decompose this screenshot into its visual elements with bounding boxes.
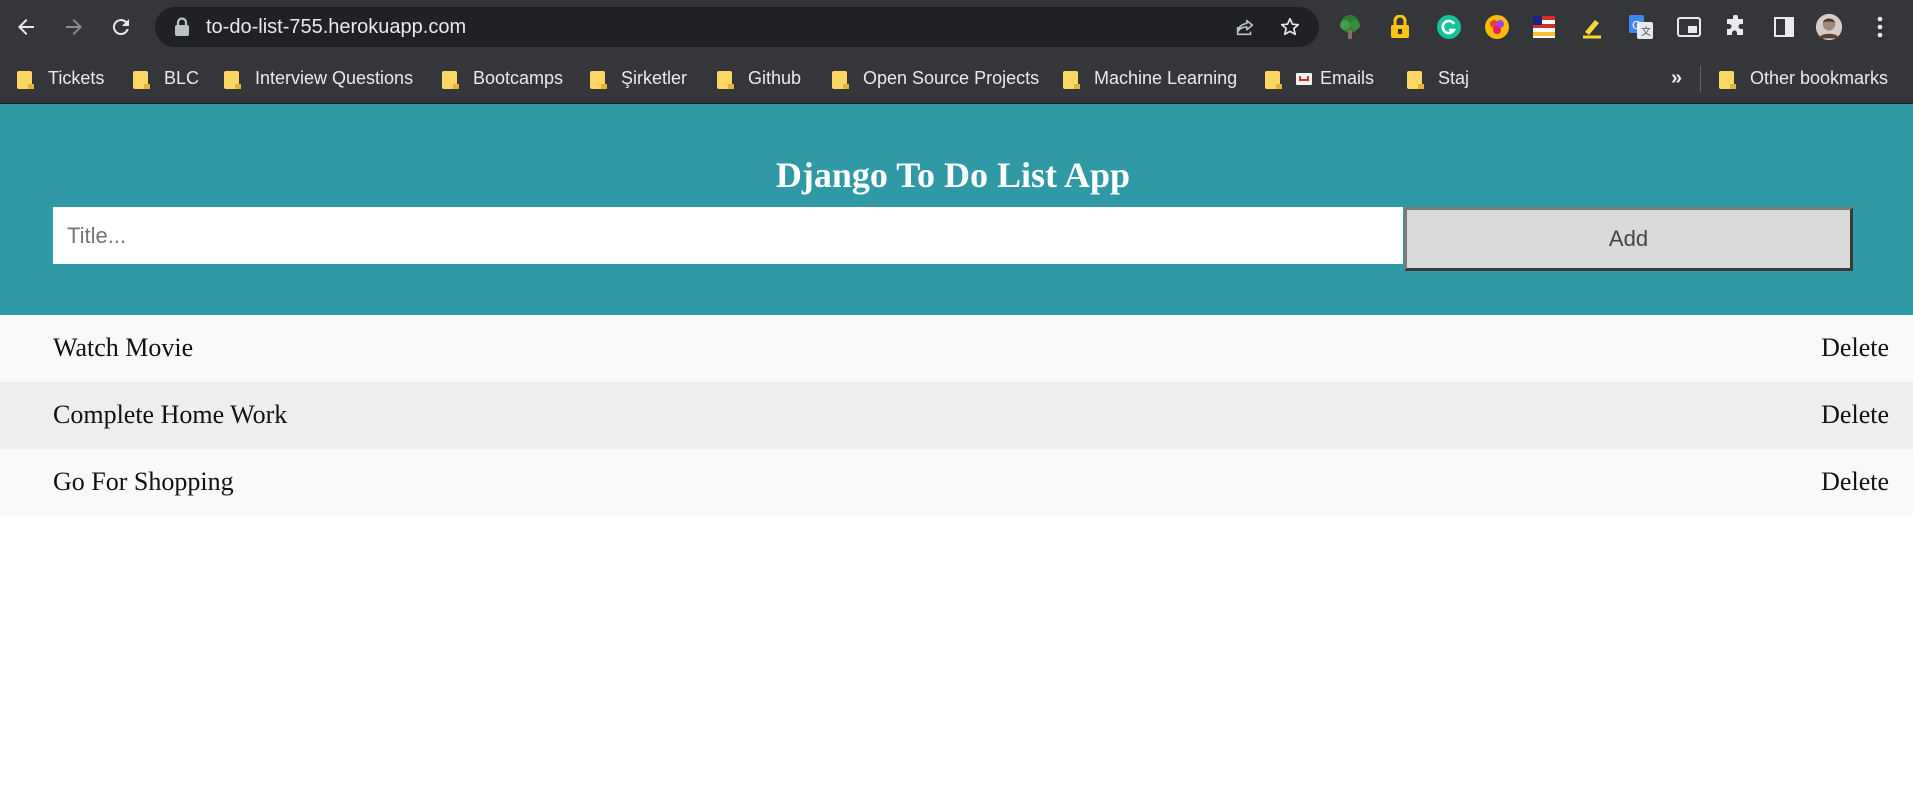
forward-button[interactable] bbox=[57, 10, 91, 44]
address-bar[interactable]: to-do-list-755.herokuapp.com bbox=[155, 7, 1319, 47]
delete-button[interactable]: Delete bbox=[1821, 400, 1889, 430]
lock-icon bbox=[175, 17, 189, 36]
bookmarks-divider bbox=[1700, 66, 1701, 92]
reload-icon bbox=[112, 19, 129, 36]
side-panel-icon[interactable] bbox=[1770, 13, 1798, 41]
folder-icon bbox=[717, 69, 735, 89]
bookmark-folder[interactable]: Şirketler bbox=[590, 54, 687, 103]
bookmark-star-icon[interactable] bbox=[1279, 16, 1301, 38]
highlighter-icon[interactable] bbox=[1578, 13, 1606, 41]
reload-button[interactable] bbox=[104, 10, 138, 44]
flag-icon[interactable] bbox=[1530, 13, 1558, 41]
todo-item-title: Go For Shopping bbox=[53, 467, 234, 496]
folder-icon bbox=[133, 69, 151, 89]
kebab-menu-icon[interactable] bbox=[1866, 13, 1894, 41]
page-title: Django To Do List App bbox=[775, 155, 1131, 195]
delete-button[interactable]: Delete bbox=[1821, 333, 1889, 363]
folder-icon bbox=[590, 69, 608, 89]
password-manager-icon[interactable] bbox=[1386, 13, 1414, 41]
folder-icon bbox=[1265, 69, 1283, 89]
todo-item: Go For Shopping Delete bbox=[0, 449, 1913, 516]
bookmark-folder[interactable]: Interview Questions bbox=[224, 54, 413, 103]
folder-icon bbox=[442, 69, 460, 89]
bookmark-folder[interactable]: Machine Learning bbox=[1063, 54, 1237, 103]
svg-text:文: 文 bbox=[1641, 25, 1651, 38]
folder-icon bbox=[1407, 69, 1425, 89]
url-text: to-do-list-755.herokuapp.com bbox=[206, 16, 467, 38]
color-picker-icon[interactable] bbox=[1483, 13, 1511, 41]
share-icon[interactable] bbox=[1234, 16, 1256, 38]
delete-button[interactable]: Delete bbox=[1821, 467, 1889, 497]
todo-item: Watch Movie Delete bbox=[0, 315, 1913, 382]
add-button[interactable]: Add bbox=[1404, 207, 1853, 271]
other-bookmarks-folder[interactable]: Other bookmarks bbox=[1719, 54, 1888, 103]
puzzle-extensions-icon[interactable] bbox=[1722, 13, 1750, 41]
bookmarks-overflow-button[interactable]: » bbox=[1671, 54, 1682, 103]
tree-extension-icon[interactable] bbox=[1336, 13, 1364, 41]
mail-icon bbox=[1296, 72, 1312, 85]
folder-icon bbox=[1063, 69, 1081, 89]
folder-icon bbox=[17, 69, 35, 89]
bookmark-folder[interactable]: Bootcamps bbox=[442, 54, 563, 103]
google-translate-icon[interactable]: G文 bbox=[1627, 13, 1655, 41]
picture-in-picture-icon[interactable] bbox=[1675, 13, 1703, 41]
app-header: Django To Do List App Add bbox=[0, 104, 1913, 315]
back-button[interactable] bbox=[9, 10, 43, 44]
bookmark-folder[interactable]: Emails bbox=[1265, 54, 1374, 103]
grammarly-icon[interactable] bbox=[1435, 13, 1463, 41]
bookmark-folder[interactable]: Tickets bbox=[17, 54, 104, 103]
folder-icon bbox=[832, 69, 850, 89]
todo-item-title: Complete Home Work bbox=[53, 400, 288, 429]
bookmark-folder[interactable]: Staj bbox=[1407, 54, 1469, 103]
todo-item-title: Watch Movie bbox=[53, 333, 194, 362]
bookmark-folder[interactable]: Github bbox=[717, 54, 801, 103]
bookmark-folder[interactable]: BLC bbox=[133, 54, 199, 103]
bookmarks-bar: Tickets BLC Interview Questions Bootcamp… bbox=[0, 54, 1913, 104]
svg-text:G: G bbox=[1632, 19, 1641, 32]
forward-arrow-icon bbox=[66, 19, 82, 35]
todo-list: Watch Movie Delete Complete Home Work De… bbox=[0, 315, 1913, 516]
folder-icon bbox=[1719, 69, 1737, 89]
profile-avatar[interactable] bbox=[1815, 13, 1843, 41]
todo-item: Complete Home Work Delete bbox=[0, 382, 1913, 449]
bookmark-folder[interactable]: Open Source Projects bbox=[832, 54, 1039, 103]
browser-toolbar: to-do-list-755.herokuapp.com G文 bbox=[0, 0, 1913, 54]
back-arrow-icon bbox=[18, 19, 34, 35]
folder-icon bbox=[224, 69, 242, 89]
todo-title-input[interactable] bbox=[53, 207, 1403, 264]
